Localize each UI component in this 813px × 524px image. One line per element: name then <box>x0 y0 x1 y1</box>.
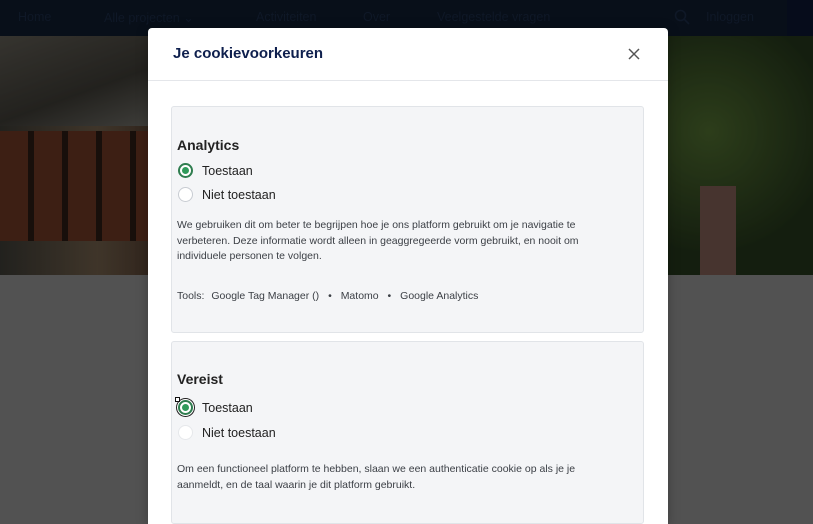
analytics-title: Analytics <box>177 137 240 153</box>
required-deny-option[interactable]: Niet toestaan <box>178 425 276 440</box>
analytics-allow-option[interactable]: Toestaan <box>178 163 253 178</box>
analytics-deny-label: Niet toestaan <box>202 187 276 202</box>
radio-checked-icon[interactable] <box>178 400 193 415</box>
bullet-separator: • <box>387 290 392 302</box>
required-allow-label: Toestaan <box>202 400 253 415</box>
required-deny-label: Niet toestaan <box>202 425 276 440</box>
analytics-deny-option[interactable]: Niet toestaan <box>178 187 276 202</box>
tools-label: Tools: <box>177 290 205 302</box>
cookie-preferences-modal: Je cookievoorkeuren Analytics Toestaan N… <box>148 28 668 524</box>
analytics-section: Analytics Toestaan Niet toestaan We gebr… <box>171 106 644 333</box>
radio-unchecked-icon[interactable] <box>178 187 193 202</box>
modal-header: Je cookievoorkeuren <box>148 28 668 81</box>
radio-unchecked-icon[interactable] <box>178 425 193 440</box>
analytics-allow-label: Toestaan <box>202 163 253 178</box>
analytics-tools: Tools: Google Tag Manager () • Matomo • … <box>177 290 478 302</box>
required-title: Vereist <box>177 371 223 387</box>
focus-indicator <box>175 397 180 402</box>
bullet-separator: • <box>328 290 332 302</box>
required-section: Vereist Toestaan Niet toestaan Om een fu… <box>171 341 644 524</box>
analytics-description: We gebruiken dit om beter te begrijpen h… <box>177 219 579 262</box>
required-allow-option[interactable]: Toestaan <box>178 400 253 415</box>
close-icon[interactable] <box>626 46 642 62</box>
tool-matomo: Matomo <box>340 290 379 302</box>
tool-google-tag-manager: Google Tag Manager () <box>211 290 320 302</box>
tool-google-analytics: Google Analytics <box>400 290 479 302</box>
radio-checked-icon[interactable] <box>178 163 193 178</box>
modal-title: Je cookievoorkeuren <box>173 45 324 62</box>
required-description: Om een functioneel platform te hebben, s… <box>177 463 576 491</box>
